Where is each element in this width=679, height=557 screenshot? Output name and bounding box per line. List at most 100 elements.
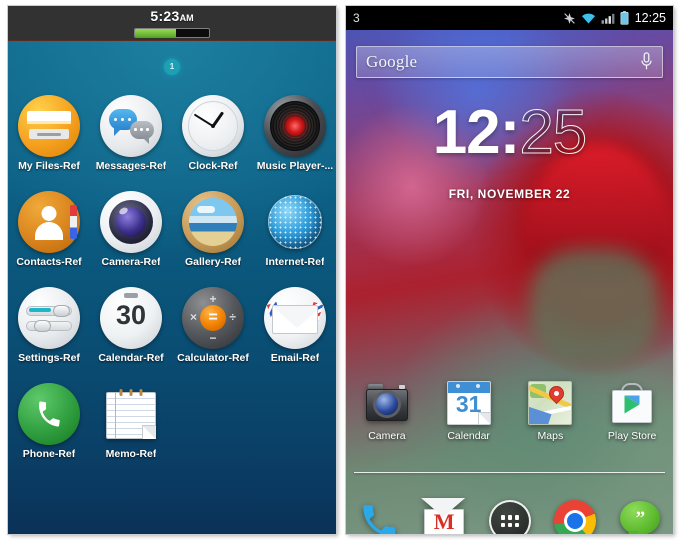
gps-off-icon: [563, 12, 575, 24]
app-item-messages[interactable]: Messages-Ref: [90, 93, 172, 189]
left-status-time: 5:23: [150, 8, 180, 24]
app-label: Calendar-Ref: [98, 352, 164, 364]
my-files-icon[interactable]: [18, 95, 80, 157]
left-status-bar: 5:23AM: [8, 6, 336, 41]
app-item-gallery[interactable]: Gallery-Ref: [172, 189, 254, 285]
clock-widget[interactable]: 12:25 FRI, NOVEMBER 22: [346, 98, 673, 201]
gmail-letter-glyph: M: [433, 509, 455, 534]
dock-item-gmail[interactable]: M: [411, 498, 476, 534]
search-input[interactable]: Google: [366, 52, 417, 72]
clock-icon[interactable]: [182, 95, 244, 157]
signal-bars-icon: [601, 13, 615, 24]
app-label: My Files-Ref: [18, 160, 80, 172]
dock-bar: M ”: [346, 492, 673, 534]
home-app-calendar[interactable]: 31 Calendar: [428, 381, 510, 442]
app-label: Memo-Ref: [105, 448, 157, 460]
clock-date: FRI, NOVEMBER 22: [448, 187, 571, 201]
app-slot-empty: [172, 381, 254, 477]
gallery-icon[interactable]: [182, 191, 244, 253]
app-item-camera[interactable]: Camera-Ref: [90, 189, 172, 285]
right-wallpaper: [346, 6, 673, 534]
app-item-calendar[interactable]: 30 Calendar-Ref: [90, 285, 172, 381]
handset-glyph: [39, 401, 60, 427]
dock-item-chrome[interactable]: [542, 500, 607, 534]
hangouts-quote-glyph: ”: [635, 508, 646, 529]
gmail-icon[interactable]: M: [421, 498, 466, 534]
email-icon[interactable]: [264, 287, 326, 349]
app-label: Gallery-Ref: [184, 256, 242, 268]
app-item-email[interactable]: Email-Ref: [254, 285, 336, 381]
app-row: Settings-Ref 30 Calendar-Ref + − × ÷ = C…: [8, 285, 336, 381]
right-phone-screen: 3 12:25 Google 12:25 FRI, NOVEMBER 22 Ca…: [346, 6, 673, 534]
dock-item-hangouts[interactable]: ”: [608, 500, 673, 534]
right-home-app-row: Camera 31 Calendar Maps Play Store: [346, 381, 673, 442]
memo-icon[interactable]: [100, 383, 162, 445]
settings-icon[interactable]: [18, 287, 80, 349]
page-indicator-badge[interactable]: 1: [164, 59, 180, 75]
calendar-icon[interactable]: 31: [446, 381, 491, 425]
calendar-day-number: 30: [115, 300, 147, 330]
phone-icon[interactable]: [18, 383, 80, 445]
right-status-bar: 3 12:25: [346, 6, 673, 30]
contacts-icon[interactable]: [18, 191, 80, 253]
left-phone-screen: 5:23AM 1 My Files-Ref Messages-Ref Clock…: [8, 6, 336, 534]
app-slot-empty: [254, 381, 336, 477]
play-store-icon[interactable]: [610, 381, 654, 425]
app-drawer-icon[interactable]: [488, 500, 531, 534]
clock-hours: 12: [432, 98, 501, 167]
battery-icon: [620, 11, 629, 25]
app-row: My Files-Ref Messages-Ref Clock-Ref Musi…: [8, 93, 336, 189]
app-item-calculator[interactable]: + − × ÷ = Calculator-Ref: [172, 285, 254, 381]
home-app-label: Maps: [537, 430, 564, 442]
internet-icon[interactable]: [264, 191, 326, 253]
app-item-clock[interactable]: Clock-Ref: [172, 93, 254, 189]
left-status-clock: 5:23AM: [8, 8, 336, 24]
battery-bar-icon: [134, 28, 210, 38]
app-item-settings[interactable]: Settings-Ref: [8, 285, 90, 381]
app-item-music-player[interactable]: Music Player-...: [254, 93, 336, 189]
home-app-camera[interactable]: Camera: [346, 381, 428, 442]
clock-minutes: 25: [519, 98, 588, 167]
camera-icon[interactable]: [100, 191, 162, 253]
clock-separator: :: [499, 98, 521, 167]
app-label: Camera-Ref: [101, 256, 161, 268]
app-label: Calculator-Ref: [177, 352, 249, 364]
wifi-icon: [581, 13, 595, 23]
app-item-my-files[interactable]: My Files-Ref: [8, 93, 90, 189]
app-label: Music Player-...: [256, 160, 334, 172]
status-left-text: 3: [353, 11, 360, 25]
camera-icon[interactable]: [365, 381, 409, 425]
app-item-phone[interactable]: Phone-Ref: [8, 381, 90, 477]
app-row: Contacts-Ref Camera-Ref Gallery-Ref Inte…: [8, 189, 336, 285]
calendar-icon[interactable]: 30: [100, 287, 162, 349]
home-app-maps[interactable]: Maps: [510, 381, 592, 442]
maps-icon[interactable]: [528, 381, 573, 425]
status-icon-group: [563, 11, 629, 25]
app-label: Internet-Ref: [265, 256, 325, 268]
hangouts-icon[interactable]: ”: [619, 500, 661, 534]
microphone-icon[interactable]: [640, 52, 653, 72]
calculator-equals-glyph: =: [200, 305, 226, 331]
home-app-label: Calendar: [447, 430, 490, 442]
home-app-play-store[interactable]: Play Store: [591, 381, 673, 442]
messages-icon[interactable]: [100, 95, 162, 157]
left-status-ampm: AM: [179, 13, 194, 23]
music-player-icon[interactable]: [264, 95, 326, 157]
app-label: Clock-Ref: [188, 160, 238, 172]
google-search-widget[interactable]: Google: [356, 46, 663, 78]
screenshot-canvas: 5:23AM 1 My Files-Ref Messages-Ref Clock…: [0, 0, 679, 557]
dock-item-app-drawer[interactable]: [477, 500, 542, 534]
calculator-icon[interactable]: + − × ÷ =: [182, 287, 244, 349]
app-item-contacts[interactable]: Contacts-Ref: [8, 189, 90, 285]
app-label: Phone-Ref: [22, 448, 76, 460]
chrome-icon[interactable]: [553, 500, 596, 534]
left-wallpaper: 1 My Files-Ref Messages-Ref Clock-Ref Mu…: [8, 41, 336, 534]
home-app-label: Camera: [368, 430, 406, 442]
home-app-label: Play Store: [607, 430, 657, 442]
dock-divider: [354, 472, 665, 473]
app-item-memo[interactable]: Memo-Ref: [90, 381, 172, 477]
phone-dialer-icon[interactable]: [358, 500, 400, 534]
app-label: Email-Ref: [270, 352, 320, 364]
dock-item-phone[interactable]: [346, 500, 411, 534]
app-item-internet[interactable]: Internet-Ref: [254, 189, 336, 285]
